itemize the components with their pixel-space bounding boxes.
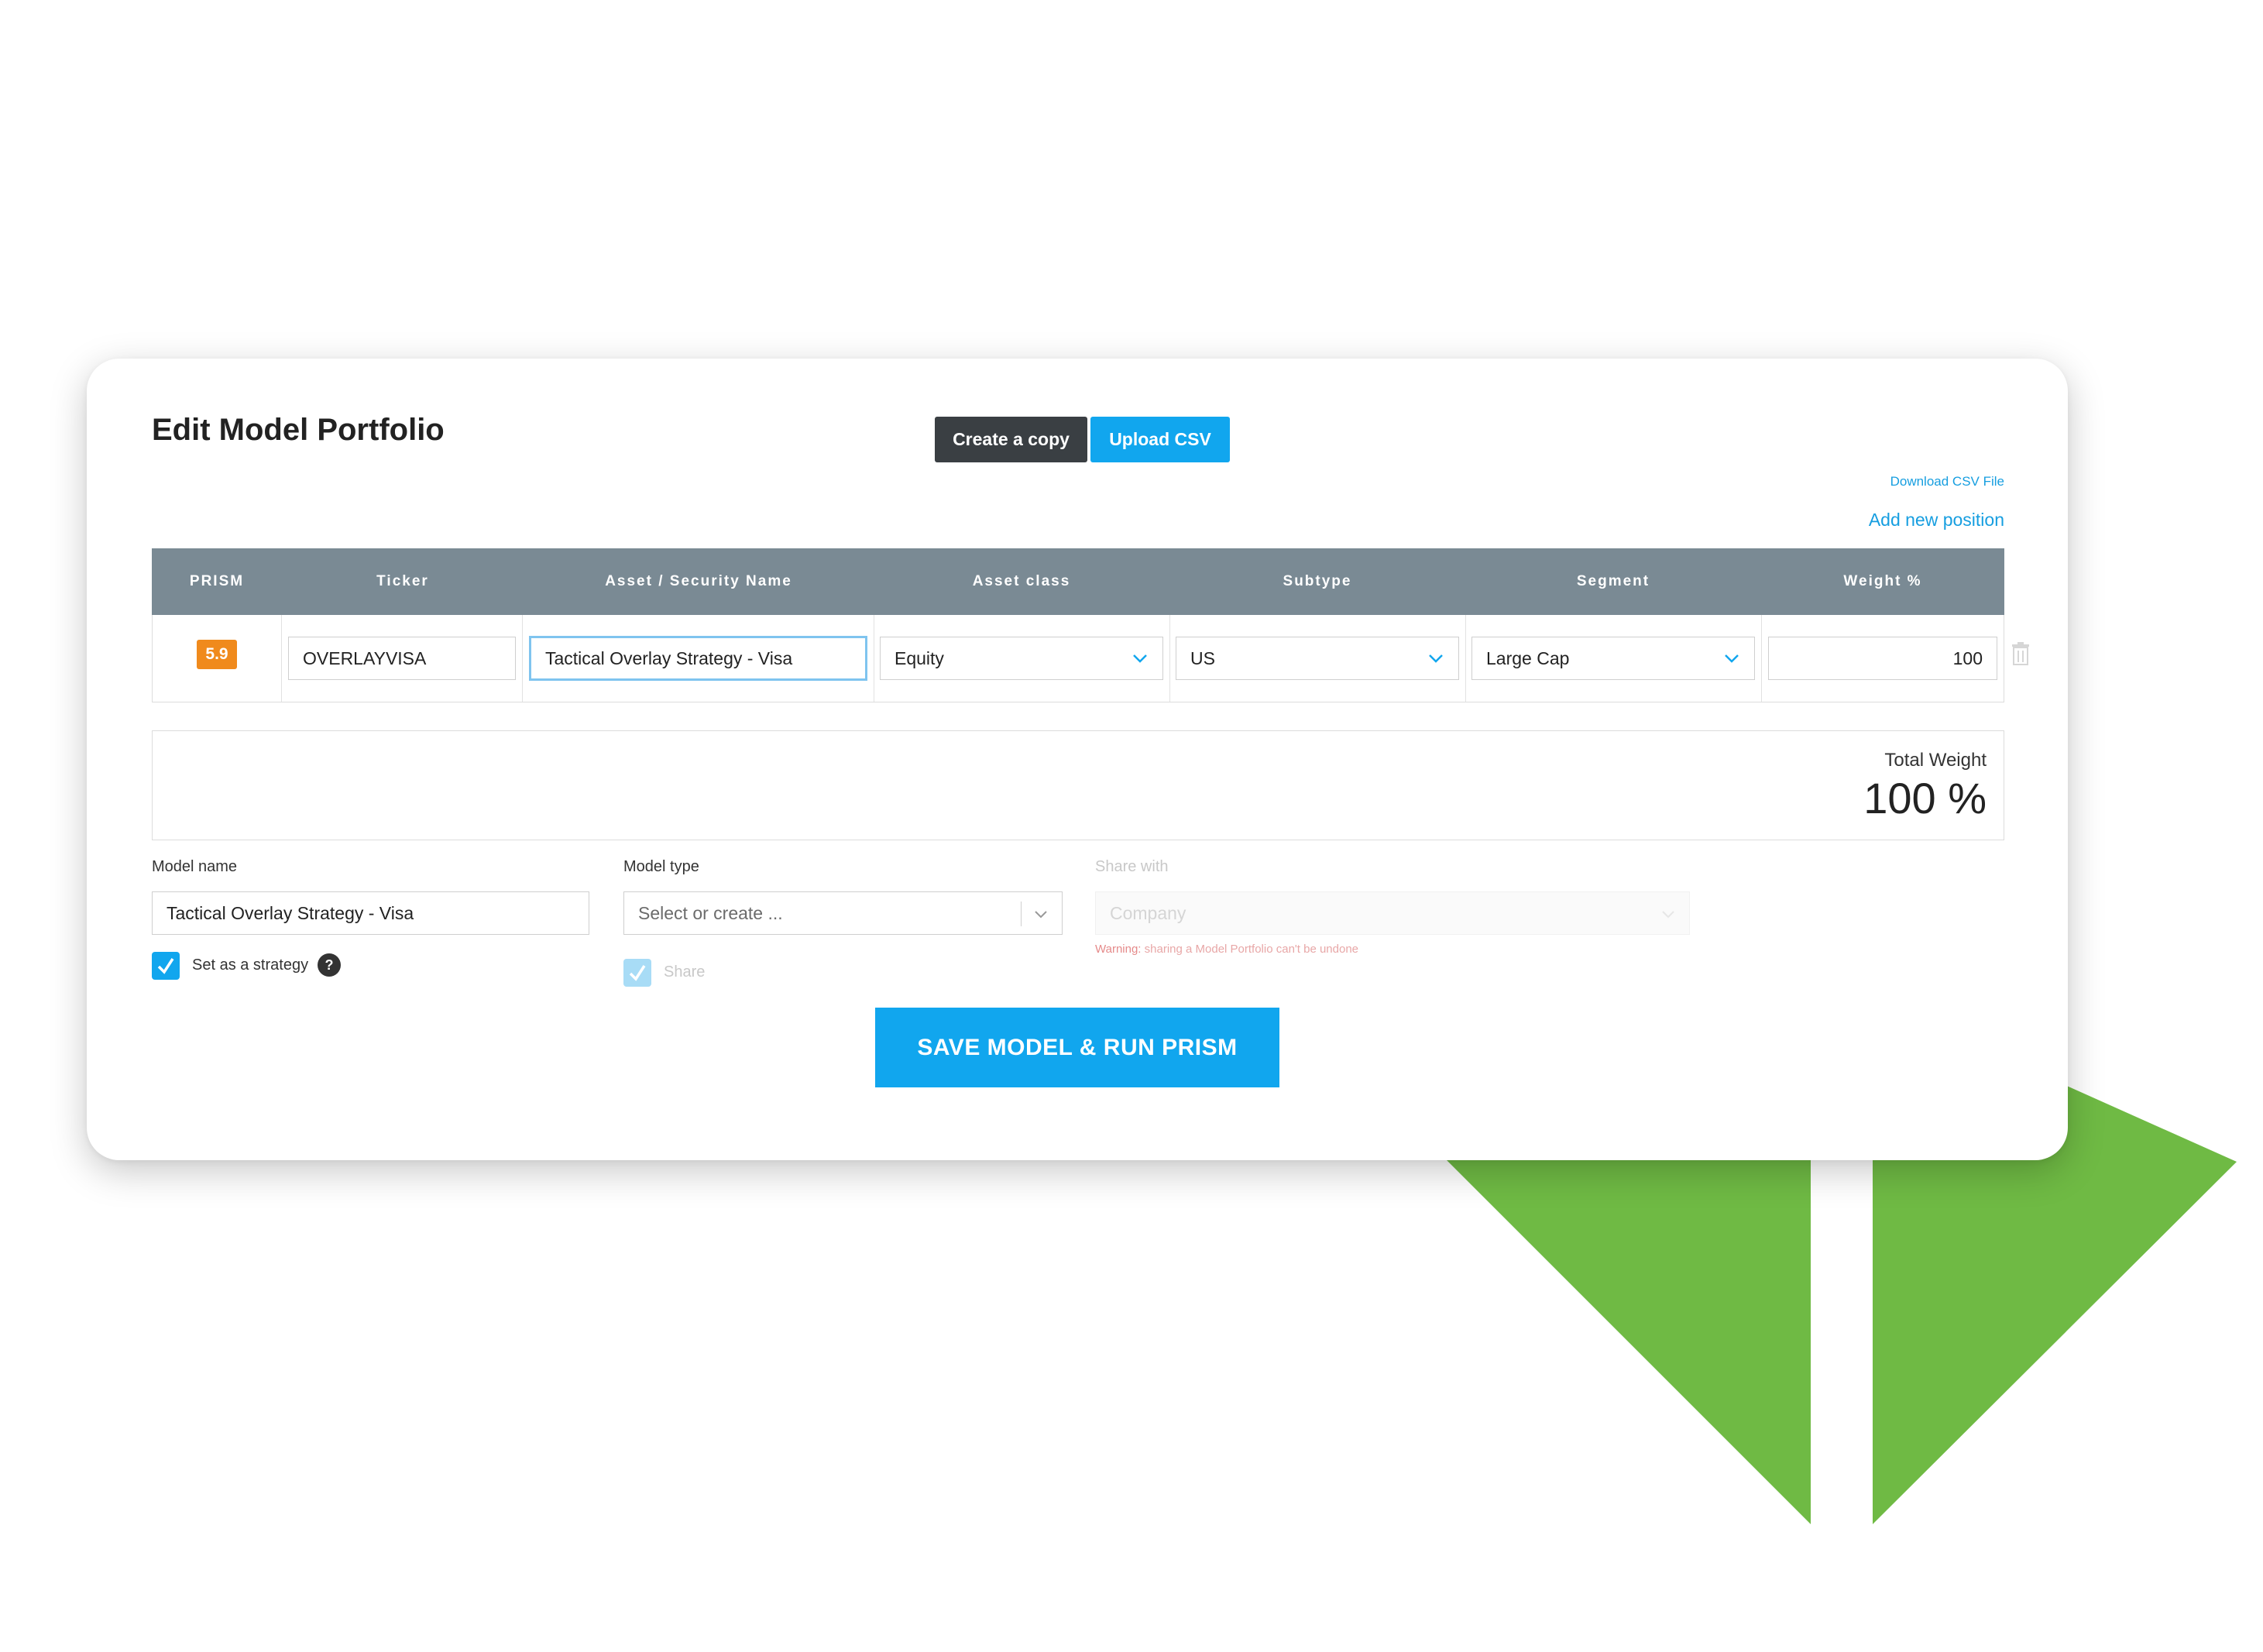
chevron-down-icon (1725, 654, 1739, 663)
column-divider (1761, 615, 1762, 702)
asset-class-select[interactable]: Equity (880, 637, 1163, 680)
segment-value: Large Cap (1486, 647, 1570, 668)
column-header-ticker: Ticker (376, 573, 429, 589)
checkmark-icon (629, 965, 646, 981)
model-type-label: Model type (623, 858, 699, 875)
column-divider (1169, 615, 1170, 702)
create-copy-button[interactable]: Create a copy (935, 417, 1087, 462)
add-new-position-link[interactable]: Add new position (1869, 510, 2004, 531)
column-divider (1465, 615, 1466, 702)
share-warning: Warning: sharing a Model Portfolio can't… (1095, 943, 1358, 956)
column-divider (522, 615, 523, 702)
column-header-asset-class: Asset class (972, 573, 1071, 589)
column-header-subtype: Subtype (1283, 573, 1352, 589)
share-checkbox[interactable] (623, 959, 651, 987)
weight-input[interactable]: 100 (1768, 637, 1997, 680)
chevron-down-icon (1429, 654, 1443, 663)
warning-text: sharing a Model Portfolio can't be undon… (1141, 943, 1359, 956)
green-triangle-left (1447, 1160, 1811, 1524)
table-row: 5.9 OVERLAYVISA Tactical Overlay Strateg… (152, 615, 2004, 702)
column-header-asset-name: Asset / Security Name (605, 573, 792, 589)
select-divider (1021, 902, 1022, 926)
edit-model-portfolio-card: Edit Model Portfolio Create a copy Uploa… (87, 359, 2068, 1160)
share-with-label: Share with (1095, 858, 1169, 875)
trash-icon[interactable] (2011, 641, 2031, 666)
ticker-input[interactable]: OVERLAYVISA (288, 637, 516, 680)
chevron-down-icon (1662, 911, 1674, 919)
download-csv-link[interactable]: Download CSV File (1890, 474, 2004, 489)
page-title: Edit Model Portfolio (152, 413, 445, 447)
column-header-prism: PRISM (189, 573, 245, 589)
column-divider (281, 615, 282, 702)
set-as-strategy-checkbox[interactable] (152, 952, 180, 980)
warning-prefix: Warning: (1095, 943, 1142, 956)
set-as-strategy-label: Set as a strategy (192, 957, 309, 974)
subtype-select[interactable]: US (1176, 637, 1459, 680)
help-icon[interactable]: ? (318, 953, 341, 977)
chevron-down-icon (1035, 911, 1047, 919)
total-weight-label: Total Weight (1884, 750, 1987, 771)
checkmark-icon (157, 958, 174, 974)
asset-class-value: Equity (895, 647, 944, 668)
chevron-down-icon (1133, 654, 1147, 663)
subtype-value: US (1190, 647, 1215, 668)
model-name-label: Model name (152, 858, 238, 875)
total-weight-panel: Total Weight 100 % (152, 730, 2004, 840)
table-header: PRISM Ticker Asset / Security Name Asset… (152, 548, 2004, 615)
model-name-input[interactable]: Tactical Overlay Strategy - Visa (152, 891, 589, 935)
security-name-input[interactable]: Tactical Overlay Strategy - Visa (529, 636, 867, 681)
share-with-placeholder: Company (1110, 902, 1186, 923)
column-header-segment: Segment (1576, 573, 1650, 589)
save-model-run-prism-button[interactable]: SAVE MODEL & RUN PRISM (875, 1008, 1279, 1087)
total-weight-value: 100 % (1863, 774, 1987, 823)
model-type-select[interactable]: Select or create ... (623, 891, 1063, 935)
model-type-placeholder: Select or create ... (638, 902, 783, 923)
share-label: Share (664, 963, 706, 981)
share-with-select[interactable]: Company (1095, 891, 1690, 935)
upload-csv-button[interactable]: Upload CSV (1090, 417, 1230, 462)
segment-select[interactable]: Large Cap (1471, 637, 1755, 680)
prism-score-badge: 5.9 (197, 640, 237, 669)
column-header-weight: Weight % (1843, 573, 1922, 589)
